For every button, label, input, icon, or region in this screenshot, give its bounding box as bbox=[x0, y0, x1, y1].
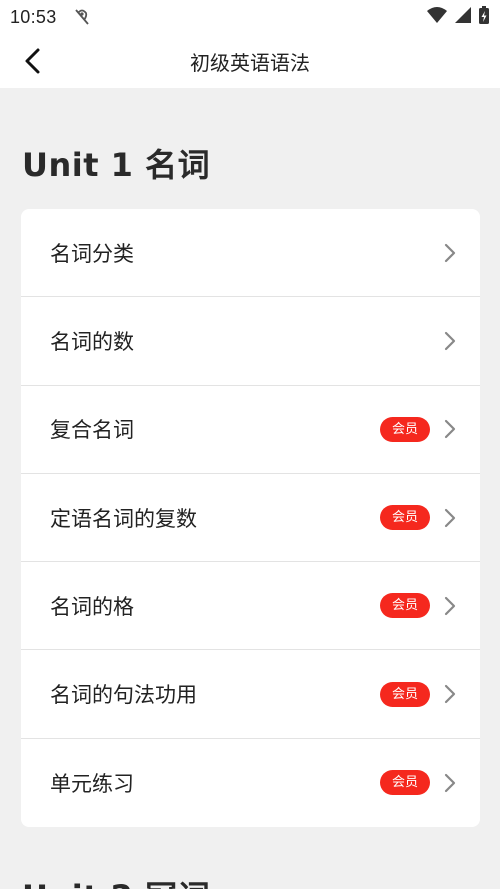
lesson-item[interactable]: 名词分类 bbox=[21, 209, 480, 298]
lesson-item[interactable]: 单元练习 会员 bbox=[21, 739, 480, 827]
lesson-label: 名词分类 bbox=[50, 241, 134, 266]
lesson-item[interactable]: 名词的数 bbox=[21, 297, 480, 386]
lesson-item[interactable]: 定语名词的复数 会员 bbox=[21, 474, 480, 563]
lesson-label: 名词的格 bbox=[50, 594, 134, 619]
lesson-label: 单元练习 bbox=[50, 771, 134, 796]
lesson-item[interactable]: 复合名词 会员 bbox=[21, 386, 480, 474]
page-title: 初级英语语法 bbox=[190, 50, 310, 75]
section-title: Unit 1 名词 bbox=[22, 146, 211, 184]
member-badge: 会员 bbox=[379, 416, 430, 442]
chevron-left-icon bbox=[25, 48, 40, 74]
status-bar: 10:53 bbox=[0, 0, 500, 34]
chevron-right-icon bbox=[444, 419, 456, 439]
lesson-list: 名词分类 名词的数 复合名词 会员 定语名词的复数 会员 名词的格 会员 名词的… bbox=[21, 209, 480, 827]
member-badge: 会员 bbox=[379, 770, 430, 796]
wifi-icon bbox=[426, 6, 448, 29]
member-badge: 会员 bbox=[379, 593, 430, 619]
status-icons bbox=[426, 5, 490, 30]
signal-icon bbox=[454, 6, 472, 29]
member-badge: 会员 bbox=[379, 505, 430, 531]
lesson-item[interactable]: 名词的句法功用 会员 bbox=[21, 650, 480, 739]
app-bar: 初级英语语法 bbox=[0, 34, 500, 88]
chevron-right-icon bbox=[444, 508, 456, 528]
chevron-right-icon bbox=[444, 596, 456, 616]
lesson-item[interactable]: 名词的格 会员 bbox=[21, 562, 480, 651]
chevron-right-icon bbox=[444, 331, 456, 351]
next-section-title: Unit 2 冠词 bbox=[22, 872, 210, 889]
location-off-icon bbox=[71, 7, 93, 27]
chevron-right-icon bbox=[444, 243, 456, 263]
status-time: 10:53 bbox=[10, 6, 57, 27]
chevron-right-icon bbox=[444, 684, 456, 704]
back-button[interactable] bbox=[14, 42, 52, 80]
member-badge: 会员 bbox=[379, 681, 430, 707]
lesson-label: 名词的句法功用 bbox=[50, 683, 197, 708]
battery-charging-icon bbox=[478, 5, 490, 30]
lesson-label: 名词的数 bbox=[50, 329, 134, 354]
chevron-right-icon bbox=[444, 773, 456, 793]
lesson-label: 定语名词的复数 bbox=[50, 506, 197, 531]
lesson-label: 复合名词 bbox=[50, 418, 134, 443]
